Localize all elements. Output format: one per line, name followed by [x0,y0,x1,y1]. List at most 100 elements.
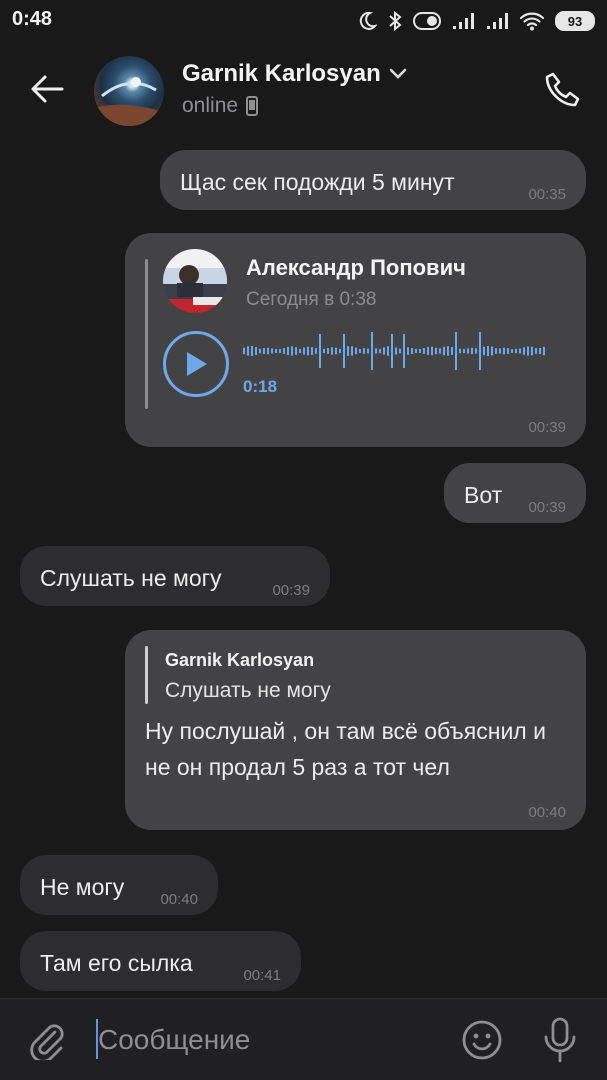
bluetooth-icon [387,10,403,32]
waveform-bar [531,346,533,356]
message-incoming[interactable]: Там его сылка 00:41 [20,931,301,991]
voice-record-button[interactable] [536,1014,584,1066]
waveform-bar [267,347,269,355]
call-button[interactable] [539,66,587,114]
paperclip-icon [30,1024,64,1060]
message-incoming[interactable]: Слушать не могу 00:39 [20,546,330,606]
waveform-bar [487,346,489,356]
microphone-icon [544,1017,576,1063]
message-text: Щас сек подожди 5 минут [180,169,455,195]
waveform-bar [423,348,425,354]
waveform-bar [451,347,453,355]
play-icon [187,352,207,376]
voice-duration: 0:18 [243,377,278,396]
waveform-bar [251,346,253,356]
waveform-bar [467,348,469,354]
waveform-bar [535,348,537,354]
waveform-bar [475,348,477,354]
message-text: Ну послушай , он там всё объяснил и не о… [145,718,546,780]
waveform-bar [459,348,461,354]
message-composer [0,998,607,1080]
waveform-bar [427,347,429,355]
waveform-bar [447,346,449,356]
waveform-bar [383,347,385,355]
forwarded-sent-time: Сегодня в 0:38 [246,289,377,310]
message-time: 00:39 [528,499,566,516]
waveform-bar [543,346,545,356]
message-time: 00:35 [528,186,566,203]
message-input[interactable] [98,1015,438,1065]
forwarded-from-name[interactable]: Александр Попович [246,253,466,284]
back-button[interactable] [22,64,72,114]
waveform-bar [419,348,421,354]
waveform-bar [287,346,289,356]
message-incoming[interactable]: Не могу 00:40 [20,855,218,915]
waveform-bar [399,348,401,354]
waveform-bar [527,346,529,356]
waveform-bar [319,334,321,368]
waveform-bar [403,334,405,368]
waveform-bar [299,348,301,354]
waveform-bar [263,347,265,355]
waveform-bar [483,346,485,356]
contact-avatar[interactable] [94,56,164,126]
call-icon [545,72,580,107]
waveform-bar [355,347,357,355]
contact-name[interactable]: Garnik Karlosyan [182,60,407,88]
waveform-bar [415,348,417,354]
waveform-bar [371,332,373,370]
forward-bar [145,259,148,409]
contact-status: online [182,94,259,118]
emoji-button[interactable] [458,1016,506,1064]
play-button[interactable] [163,331,229,397]
waveform-bar [343,334,345,368]
waveform-bar [503,347,505,355]
contact-status-text: online [182,94,239,117]
phone-device-icon [246,96,259,116]
message-outgoing[interactable]: Вот 00:39 [444,463,586,523]
waveform-bar [387,346,389,356]
waveform-bar [523,347,525,355]
waveform-bar [507,348,509,354]
waveform-bar [347,346,349,356]
forwarded-from-avatar[interactable] [163,249,227,313]
message-text: Вот [464,482,503,508]
reply-to-text[interactable]: Слушать не могу [165,676,331,705]
waveform-bar [411,348,413,354]
waveform-bar [243,347,245,355]
attach-button[interactable] [24,1017,70,1063]
waveform-bar [407,347,409,355]
message-outgoing[interactable]: Щас сек подожди 5 минут 00:35 [160,150,586,210]
signal-icon [451,12,475,30]
waveform-bar [283,348,285,354]
waveform-bar [539,347,541,355]
waveform-bar [303,347,305,355]
moon-icon [357,11,377,31]
waveform-bar [511,348,513,354]
waveform-bar [339,348,341,354]
battery-icon: 93 [555,11,595,31]
voice-waveform[interactable] [243,329,553,373]
waveform-bar [431,346,433,356]
signal-icon [485,12,509,30]
chevron-down-icon [389,68,407,79]
waveform-bar [359,348,361,354]
waveform-bar [335,347,337,355]
waveform-bar [351,346,353,356]
back-arrow-icon [31,75,64,103]
waveform-bar [479,332,481,370]
message-time: 00:41 [243,967,281,984]
waveform-bar [379,348,381,354]
waveform-bar [519,348,521,354]
message-outgoing-reply[interactable]: Garnik Karlosyan Слушать не могу Ну посл… [125,630,586,830]
waveform-bar [395,347,397,355]
waveform-bar [367,348,369,354]
waveform-bar [307,346,309,356]
waveform-bar [471,347,473,355]
reply-to-name[interactable]: Garnik Karlosyan [165,648,314,673]
waveform-bar [255,347,257,355]
message-time: 00:39 [272,582,310,599]
status-bar: 0:48 93 [0,0,607,42]
status-icons: 93 [357,6,595,36]
message-forwarded-voice[interactable]: Александр Попович Сегодня в 0:38 0:18 00… [125,233,586,447]
